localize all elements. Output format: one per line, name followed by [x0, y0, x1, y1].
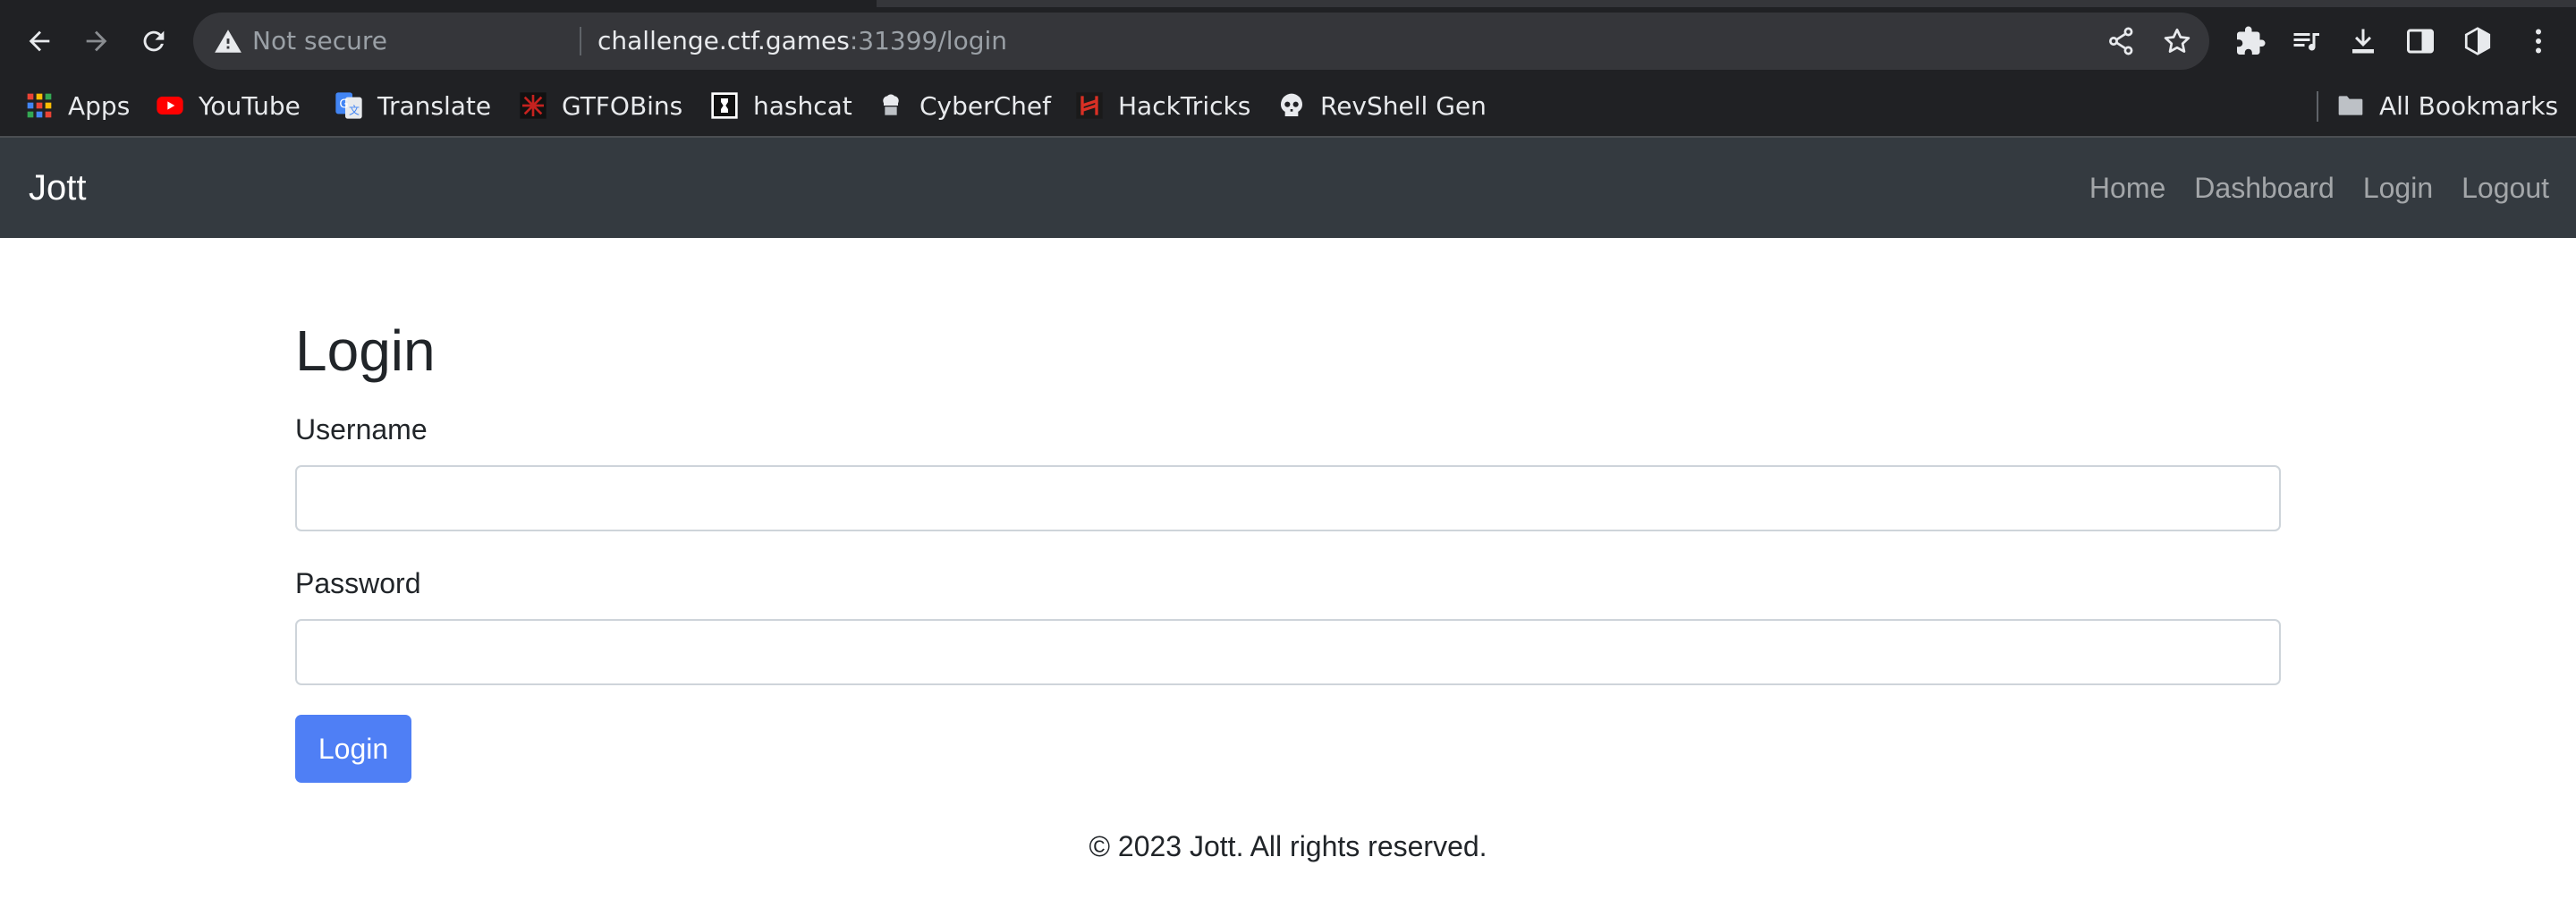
- youtube-icon: [157, 97, 183, 115]
- bookmark-label: Apps: [68, 90, 131, 121]
- cyberchef-icon: [883, 94, 899, 115]
- back-arrow-icon: [29, 30, 50, 52]
- bookmark-apps[interactable]: Apps: [25, 84, 130, 127]
- bookmark-star-icon[interactable]: [2161, 25, 2193, 57]
- browser-chrome: Not secure challenge.ctf.games:31399/log…: [0, 0, 2576, 136]
- all-bookmarks-label: All Bookmarks: [2379, 90, 2559, 121]
- bookmark-label: HackTricks: [1118, 90, 1251, 121]
- login-submit-button[interactable]: Login: [295, 715, 411, 783]
- forward-button[interactable]: [73, 18, 120, 64]
- nav-link-logout[interactable]: Logout: [2462, 172, 2549, 205]
- bookmark-label: YouTube: [199, 90, 301, 121]
- security-status[interactable]: Not secure: [252, 13, 387, 70]
- omnibox-divider: [580, 27, 581, 55]
- address-bar[interactable]: Not secure challenge.ctf.games:31399/log…: [193, 13, 2209, 70]
- google-translate-icon: G文: [335, 92, 362, 119]
- hashcat-icon: [711, 92, 738, 119]
- tab-strip: [0, 0, 2576, 7]
- password-input[interactable]: [295, 619, 2281, 685]
- bookmark-label: RevShell Gen: [1320, 90, 1487, 121]
- bookmark-label: CyberChef: [919, 90, 1052, 121]
- kebab-menu-icon[interactable]: [2522, 25, 2555, 57]
- url-path: :31399/login: [849, 26, 1008, 55]
- profile-cube-icon[interactable]: [2462, 25, 2494, 57]
- forward-arrow-icon: [86, 30, 107, 52]
- folder-icon: [2338, 96, 2363, 115]
- bookmark-cyberchef[interactable]: CyberChef: [877, 84, 1051, 127]
- media-queue-icon[interactable]: [2290, 25, 2322, 57]
- bookmark-label: GTFOBins: [562, 90, 683, 121]
- url-host: challenge.ctf.games: [597, 26, 850, 55]
- nav-link-login[interactable]: Login: [2363, 172, 2433, 205]
- bookmarks-bar: Apps YouTube G文 Translate GTFOBins hashc…: [0, 75, 2576, 136]
- reload-icon: [143, 30, 165, 52]
- back-button[interactable]: [16, 18, 63, 64]
- site-navbar: Jott Home Dashboard Login Logout: [0, 138, 2576, 238]
- page-title: Login: [295, 318, 436, 383]
- username-input[interactable]: [295, 465, 2281, 531]
- bookmark-hashcat[interactable]: hashcat: [710, 84, 852, 127]
- extensions-puzzle-icon[interactable]: [2234, 25, 2267, 57]
- footer-copyright: © 2023 Jott. All rights reserved.: [1089, 830, 1487, 862]
- warning-triangle-icon[interactable]: [213, 26, 243, 56]
- skull-icon: [1281, 93, 1302, 116]
- bookmark-revshell-gen[interactable]: RevShell Gen: [1277, 84, 1487, 127]
- all-bookmarks-button[interactable]: All Bookmarks: [2336, 84, 2558, 127]
- bookmarks-divider: [2317, 91, 2318, 122]
- svg-text:G: G: [339, 98, 348, 112]
- nav-link-dashboard[interactable]: Dashboard: [2194, 172, 2334, 205]
- reload-button[interactable]: [131, 18, 177, 64]
- active-tab[interactable]: [0, 0, 877, 7]
- browser-toolbar: Not secure challenge.ctf.games:31399/log…: [0, 7, 2576, 75]
- download-icon[interactable]: [2347, 25, 2379, 57]
- url-text[interactable]: challenge.ctf.games:31399/login: [597, 13, 1007, 70]
- bookmark-youtube[interactable]: YouTube: [156, 84, 301, 127]
- apps-grid-icon: [27, 93, 52, 118]
- bookmark-translate[interactable]: G文 Translate: [335, 84, 491, 127]
- bookmark-gtfobins[interactable]: GTFOBins: [519, 84, 682, 127]
- bookmark-hacktricks[interactable]: HackTricks: [1075, 84, 1250, 127]
- nav-link-home[interactable]: Home: [2089, 172, 2165, 205]
- brand-logo-text[interactable]: Jott: [29, 138, 86, 238]
- nav-links: Home Dashboard Login Logout: [2061, 138, 2549, 238]
- gtfobins-icon: [520, 92, 547, 119]
- bookmark-label: hashcat: [753, 90, 852, 121]
- password-label: Password: [295, 567, 421, 599]
- username-label: Username: [295, 413, 428, 446]
- share-icon[interactable]: [2106, 25, 2138, 57]
- hacktricks-icon: [1076, 92, 1103, 119]
- bookmark-label: Translate: [377, 90, 492, 121]
- side-panel-icon[interactable]: [2404, 25, 2436, 57]
- svg-text:文: 文: [349, 103, 360, 116]
